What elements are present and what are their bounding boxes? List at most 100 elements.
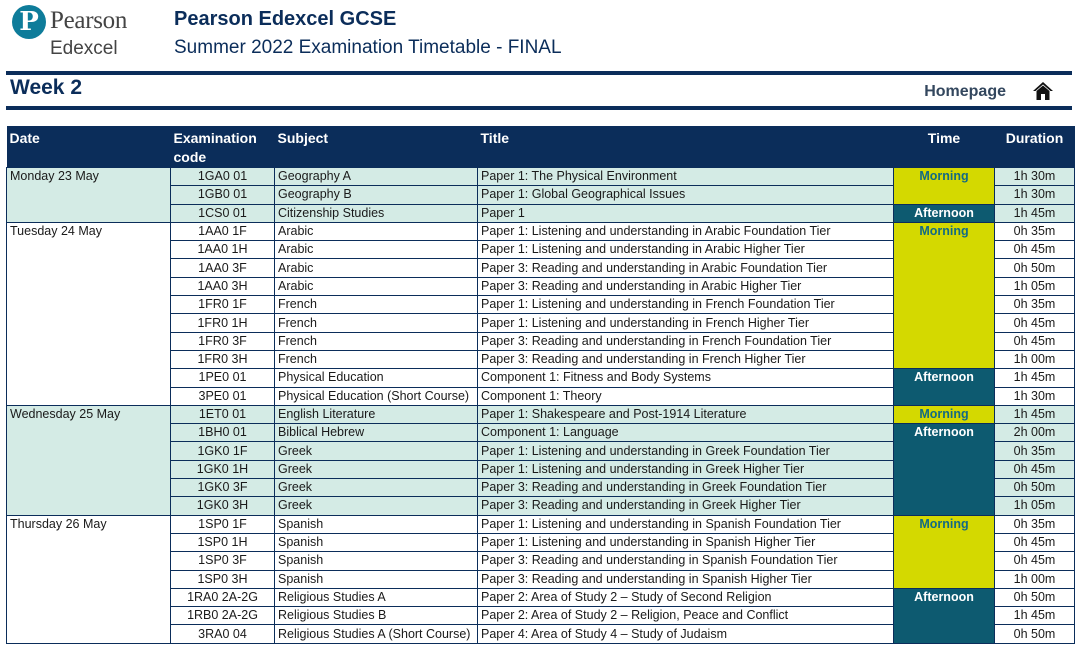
exam-code-cell: 1GK0 3H: [170, 496, 275, 516]
table-row: Monday 23 May 1GA0 01 Geography A Paper 1: …: [6, 166, 1075, 223]
table-header-row: Date Examination code Subject Title Time…: [6, 126, 1075, 168]
subject-cell: French: [274, 295, 478, 315]
title-cell: Paper 3: Reading and understanding in Sp…: [477, 551, 894, 571]
session-afternoon-cell: Afternoon: [893, 587, 995, 644]
exam-code-cell: 1CS0 01: [170, 203, 275, 223]
title-cell: Paper 1: Listening and understanding in …: [477, 514, 894, 534]
subject-cell: Spanish: [274, 532, 478, 553]
subject-cell: French: [274, 331, 478, 351]
duration-cell: 0h 45m: [994, 551, 1075, 571]
title-cell: Paper 3: Reading and understanding in Gr…: [477, 478, 894, 498]
subject-cell: Biblical Hebrew: [274, 423, 478, 443]
subject-cell: Religious Studies B: [274, 606, 478, 626]
title-cell: Paper 3: Reading and understanding in Ar…: [477, 258, 894, 278]
title-cell: Paper 3: Reading and understanding in Ar…: [477, 276, 894, 297]
title-cell: Paper 1: Listening and understanding in …: [477, 295, 894, 315]
page-header: P Pearson Edexcel Pearson Edexcel GCSE S…: [0, 0, 1080, 70]
date-cell: Tuesday 24 May: [6, 221, 171, 406]
exam-code-cell: 1SP0 1H: [170, 532, 275, 553]
duration-cell: 0h 35m: [994, 441, 1075, 461]
exam-code-cell: 3RA0 04: [170, 624, 275, 644]
session-afternoon-cell: Afternoon: [893, 203, 995, 223]
exam-code-cell: 1FR0 1F: [170, 295, 275, 315]
session-morning-cell: Morning: [893, 514, 995, 589]
exam-code-cell: 1ET0 01: [170, 404, 275, 425]
home-icon[interactable]: [1032, 81, 1054, 101]
subject-cell: Physical Education (Short Course): [274, 386, 478, 406]
week-bar: Week 2 Homepage: [6, 71, 1072, 110]
title-cell: Paper 2: Area of Study 2 – Religion, Pea…: [477, 606, 894, 626]
exam-code-cell: 1GB0 01: [170, 185, 275, 205]
exam-code-cell: 1GK0 3F: [170, 478, 275, 498]
title-cell: Paper 1: The Physical Environment: [477, 166, 894, 187]
column-header-subject: Subject: [274, 126, 478, 168]
subject-cell: Spanish: [274, 551, 478, 571]
subject-cell: Citizenship Studies: [274, 203, 478, 223]
exam-code-cell: 1FR0 3F: [170, 331, 275, 351]
title-cell: Paper 1: Listening and understanding in …: [477, 313, 894, 333]
exam-code-cell: 1BH0 01: [170, 423, 275, 443]
exam-code-cell: 1GK0 1F: [170, 441, 275, 461]
duration-cell: 0h 45m: [994, 240, 1075, 260]
title-cell: Paper 3: Reading and understanding in Gr…: [477, 496, 894, 516]
pearson-logo-icon: P: [12, 5, 46, 39]
column-header-title: Title: [477, 126, 894, 168]
subject-cell: Religious Studies A (Short Course): [274, 624, 478, 644]
exam-code-cell: 1FR0 3H: [170, 349, 275, 370]
session-morning-cell: Morning: [893, 221, 995, 370]
duration-cell: 1h 00m: [994, 569, 1075, 589]
title-cell: Paper 1: Listening and understanding in …: [477, 240, 894, 260]
duration-cell: 0h 45m: [994, 532, 1075, 553]
subject-cell: Religious Studies A: [274, 587, 478, 608]
session-morning-cell: Morning: [893, 167, 995, 205]
page-subtitle: Summer 2022 Examination Timetable - FINA…: [174, 37, 562, 58]
pearson-edexcel-logo: P Pearson Edexcel: [12, 5, 142, 61]
subject-cell: Physical Education: [274, 368, 478, 388]
duration-cell: 0h 35m: [994, 514, 1075, 534]
exam-code-cell: 1FR0 1H: [170, 313, 275, 333]
duration-cell: 1h 45m: [994, 404, 1075, 425]
exam-code-cell: 1PE0 01: [170, 368, 275, 388]
duration-cell: 0h 50m: [994, 624, 1075, 644]
duration-cell: 0h 35m: [994, 221, 1075, 242]
title-cell: Paper 1: Listening and understanding in …: [477, 441, 894, 461]
duration-cell: 1h 05m: [994, 496, 1075, 516]
exam-code-cell: 1GK0 1H: [170, 459, 275, 480]
title-cell: Paper 1: Shakespeare and Post-1914 Liter…: [477, 404, 894, 425]
table-row: Tuesday 24 May 1AA0 1F Arabic Paper 1: List…: [6, 221, 1075, 406]
exam-code-cell: 1RB0 2A-2G: [170, 606, 275, 626]
subject-cell: Geography A: [274, 166, 478, 187]
session-afternoon-cell: Afternoon: [893, 368, 995, 406]
week-title: Week 2: [10, 76, 82, 99]
exam-code-cell: 1AA0 1H: [170, 240, 275, 260]
homepage-link[interactable]: Homepage: [924, 83, 1006, 101]
duration-cell: 0h 45m: [994, 459, 1075, 480]
duration-cell: 0h 45m: [994, 313, 1075, 333]
subject-cell: Arabic: [274, 240, 478, 260]
subject-cell: Arabic: [274, 276, 478, 297]
session-afternoon-cell: Afternoon: [893, 423, 995, 516]
column-header-time: Time: [893, 126, 995, 168]
duration-cell: 1h 05m: [994, 276, 1075, 297]
duration-cell: 2h 00m: [994, 423, 1075, 443]
subject-cell: Greek: [274, 496, 478, 516]
subject-cell: Spanish: [274, 514, 478, 534]
date-cell: Wednesday 25 May: [6, 404, 171, 516]
title-cell: Paper 1: Listening and understanding in …: [477, 532, 894, 553]
exam-code-cell: 1RA0 2A-2G: [170, 587, 275, 608]
column-header-date: Date: [6, 126, 171, 168]
exam-code-cell: 1AA0 1F: [170, 221, 275, 242]
title-cell: Paper 1: Listening and understanding in …: [477, 221, 894, 242]
subject-cell: French: [274, 313, 478, 333]
date-cell: Monday 23 May: [6, 167, 171, 223]
title-cell: Paper 3: Reading and understanding in Fr…: [477, 331, 894, 351]
subject-cell: English Literature: [274, 404, 478, 425]
duration-cell: 1h 45m: [994, 203, 1075, 223]
duration-cell: 0h 50m: [994, 258, 1075, 278]
duration-cell: 1h 45m: [994, 606, 1075, 626]
subject-cell: Arabic: [274, 221, 478, 242]
title-cell: Paper 1: Global Geographical Issues: [477, 185, 894, 205]
exam-code-cell: 3PE0 01: [170, 386, 275, 406]
subject-cell: Greek: [274, 478, 478, 498]
title-cell: Paper 3: Reading and understanding in Fr…: [477, 349, 894, 370]
